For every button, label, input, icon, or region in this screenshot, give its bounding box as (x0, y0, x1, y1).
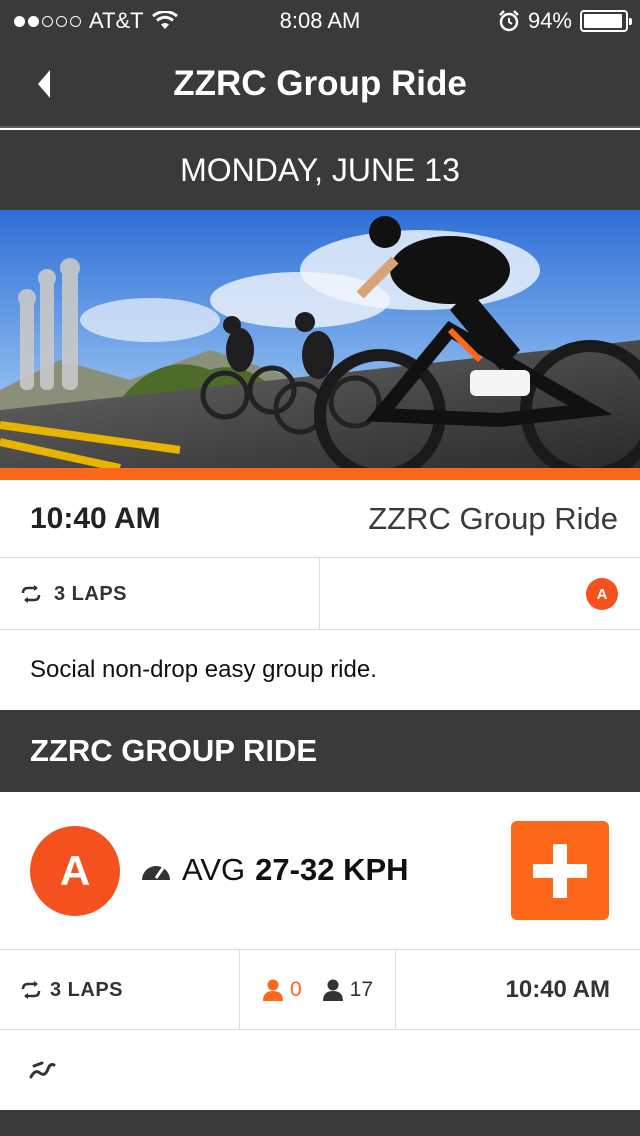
speedometer-icon (142, 866, 170, 880)
group-riders: 0 17 (240, 950, 396, 1030)
group-card[interactable]: A AVG 27-32 KPH (0, 792, 640, 950)
riders-following-count: 0 (289, 978, 302, 1001)
avg-speed-label: AVG (182, 852, 246, 887)
group-start-time: 10:40 AM (505, 976, 610, 1003)
person-icon (322, 979, 343, 1001)
group-stats-row: 3 LAPS 0 17 10:40 AM (0, 950, 640, 1030)
event-banner-image (0, 210, 640, 468)
nav-bar: ZZRC Group Ride (0, 40, 640, 128)
plus-icon (533, 843, 587, 898)
accent-divider (0, 468, 640, 480)
section-header: ZZRC GROUP RIDE (0, 710, 640, 792)
avg-speed-value: 27-32 KPH (255, 852, 409, 887)
repeat-icon (21, 585, 41, 603)
event-start-time: 10:40 AM (30, 501, 161, 535)
category-badge: A (586, 578, 618, 610)
event-laps-label: 3 LAPS (54, 582, 128, 605)
repeat-icon (21, 981, 41, 999)
event-details-row: 3 LAPS A (0, 558, 640, 630)
join-group-button[interactable] (511, 821, 609, 920)
page-title: ZZRC Group Ride (173, 64, 467, 103)
status-bar: AT&T 8:08 AM 94% (0, 0, 640, 40)
alarm-clock-icon (499, 10, 519, 32)
battery-icon (580, 10, 632, 32)
event-summary-row: 10:40 AM ZZRC Group Ride (0, 480, 640, 558)
group-laps: 3 LAPS (0, 950, 240, 1030)
event-name: ZZRC Group Ride (368, 500, 618, 536)
bottom-bar (0, 1110, 640, 1136)
route-row[interactable] (0, 1030, 640, 1110)
status-right: 94% (498, 8, 632, 34)
battery-percent: 94% (527, 8, 572, 33)
riders-signed-up-count: 17 (349, 978, 374, 1001)
group-laps-label: 3 LAPS (50, 978, 124, 1001)
avg-speed: AVG 27-32 KPH (140, 852, 409, 888)
event-description: Social non-drop easy group ride. (30, 656, 377, 683)
event-date: MONDAY, JUNE 13 (0, 130, 640, 210)
person-icon (262, 979, 283, 1001)
route-icon (29, 1061, 56, 1079)
group-category-badge: A (30, 826, 120, 916)
event-laps: 3 LAPS (0, 558, 320, 630)
